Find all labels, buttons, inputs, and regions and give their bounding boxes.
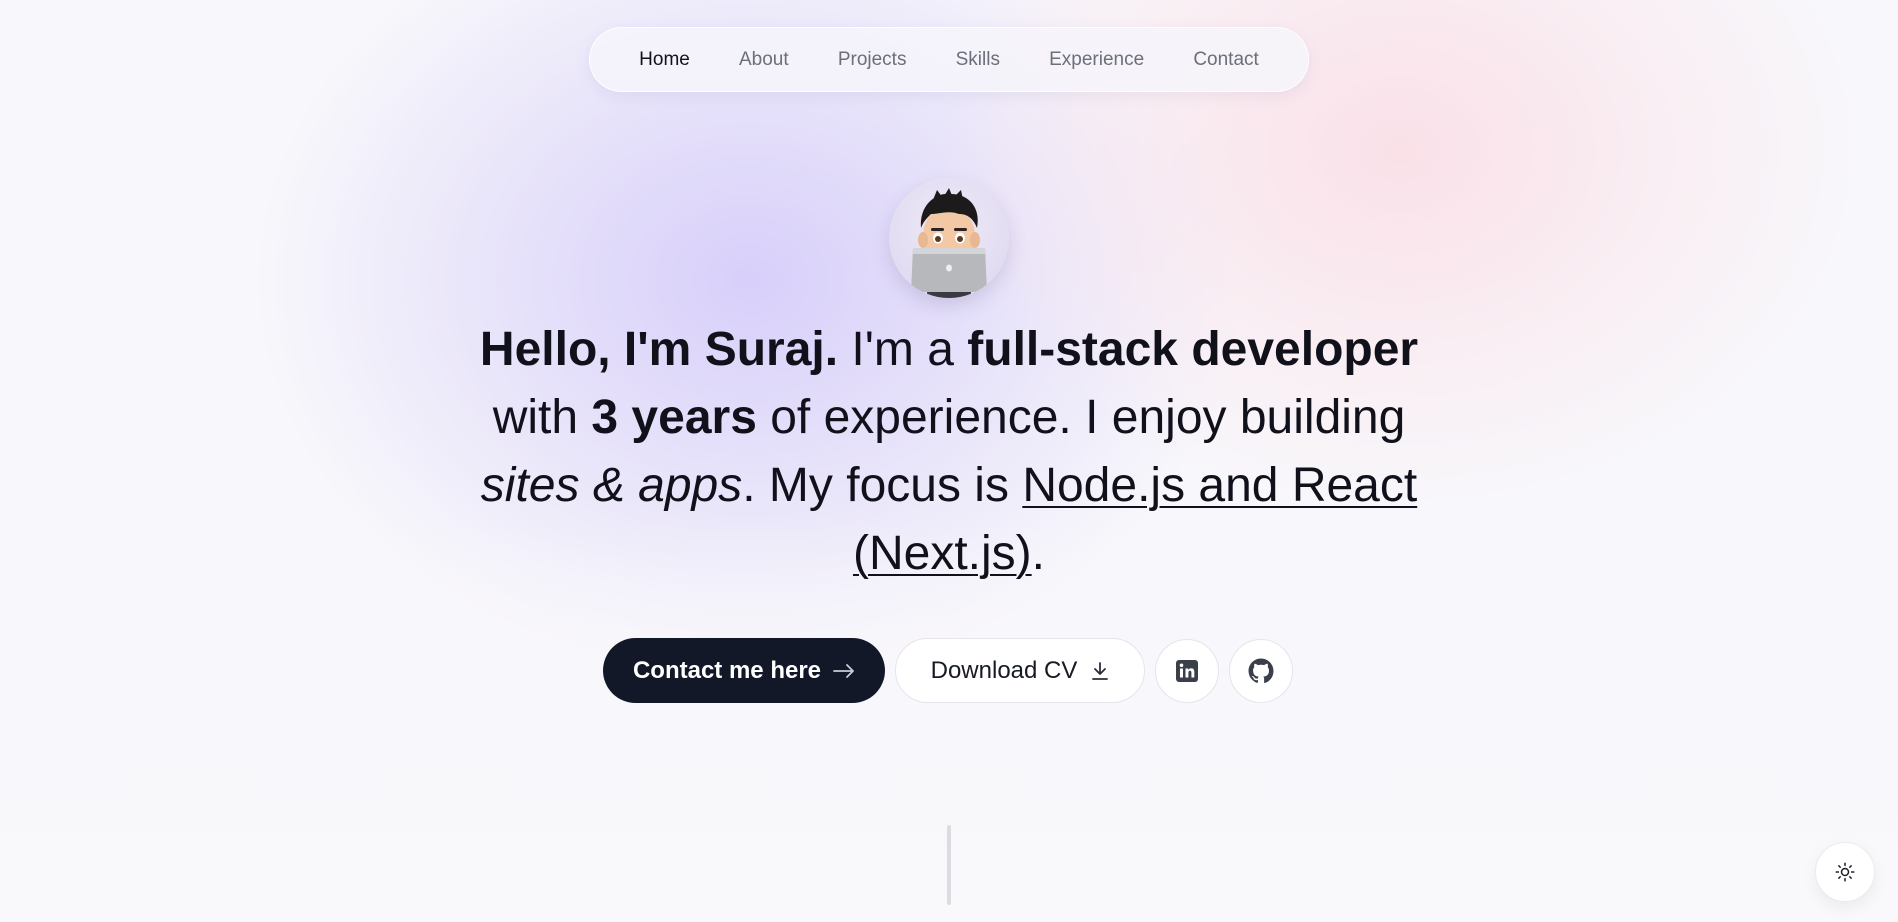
hero-text: . My focus is: [742, 459, 1023, 512]
contact-button-label: Contact me here: [632, 656, 822, 684]
memoji-avatar-image: [911, 188, 987, 298]
avatar: [889, 178, 1009, 298]
nav-item-projects[interactable]: Projects: [824, 39, 921, 81]
hero-greeting: Hello, I'm Suraj.: [479, 323, 839, 376]
nav-item-about[interactable]: About: [725, 39, 803, 81]
hero-actions: Contact me here Download CV: [603, 638, 1293, 703]
hero-text: I'm a: [838, 323, 968, 376]
hero-text: of experience. I enjoy building: [756, 391, 1406, 444]
nav-item-home[interactable]: Home: [625, 39, 704, 81]
sun-icon: [1835, 862, 1855, 882]
nav-item-experience[interactable]: Experience: [1035, 39, 1158, 81]
scroll-indicator: [947, 825, 951, 905]
hero-intro: Hello, I'm Suraj. I'm a full-stack devel…: [449, 316, 1449, 588]
hero-text: with: [492, 391, 592, 444]
hero-builds: sites & apps: [480, 459, 743, 512]
github-button[interactable]: [1229, 638, 1293, 703]
github-icon: [1248, 658, 1274, 683]
linkedin-icon: [1176, 659, 1198, 682]
hero-role: full-stack developer: [967, 323, 1419, 376]
nav-item-skills[interactable]: Skills: [942, 39, 1014, 81]
arrow-right-icon: [833, 663, 854, 678]
hero-text: .: [1031, 527, 1045, 580]
download-cv-label: Download CV: [930, 656, 1078, 684]
theme-toggle-button[interactable]: [1815, 842, 1875, 902]
top-navigation: Home About Projects Skills Experience Co…: [589, 27, 1309, 92]
contact-button[interactable]: Contact me here: [603, 638, 885, 703]
download-icon: [1092, 661, 1109, 680]
download-cv-button[interactable]: Download CV: [895, 638, 1145, 703]
hero-years: 3 years: [591, 391, 757, 444]
nav-item-contact[interactable]: Contact: [1179, 39, 1272, 81]
linkedin-button[interactable]: [1155, 638, 1219, 703]
